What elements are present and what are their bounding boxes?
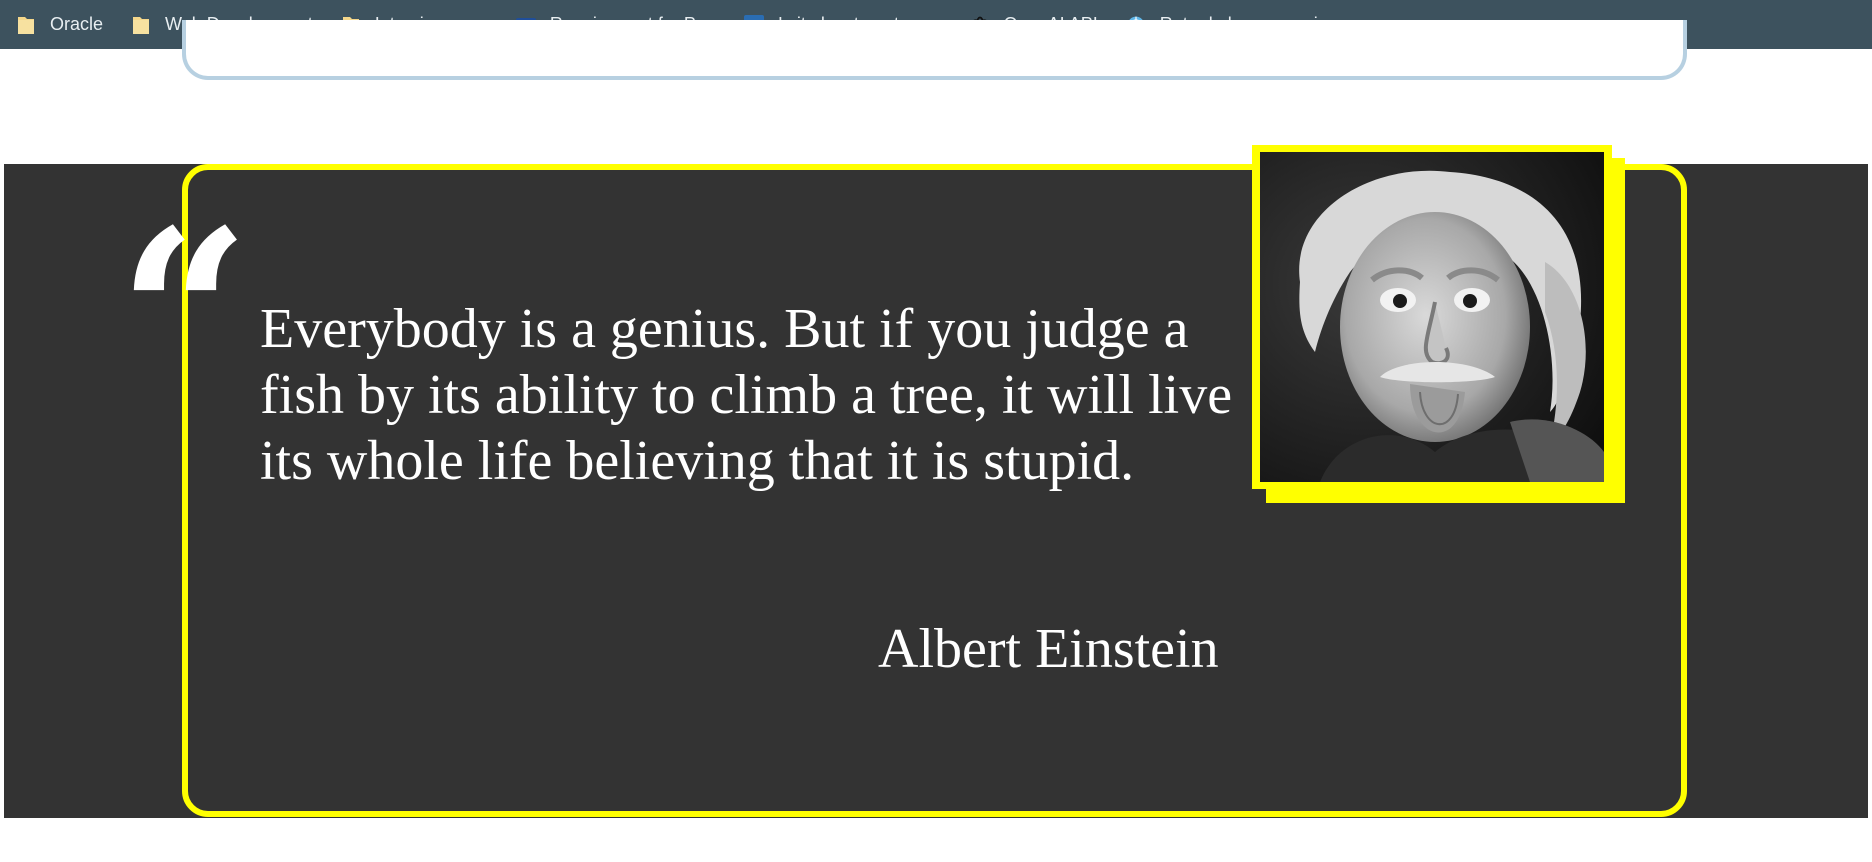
- folder-icon: [16, 15, 36, 35]
- quote-mark-icon: “: [118, 180, 250, 450]
- bookmark-oracle[interactable]: Oracle: [14, 7, 115, 43]
- folder-icon: [131, 15, 151, 35]
- bookmark-label: Oracle: [50, 14, 104, 34]
- previous-card-bottom: [182, 20, 1687, 80]
- author-portrait: [1260, 152, 1604, 482]
- quote-author: Albert Einstein: [878, 618, 1219, 680]
- quote-text: Everybody is a genius. But if you judge …: [260, 298, 1233, 492]
